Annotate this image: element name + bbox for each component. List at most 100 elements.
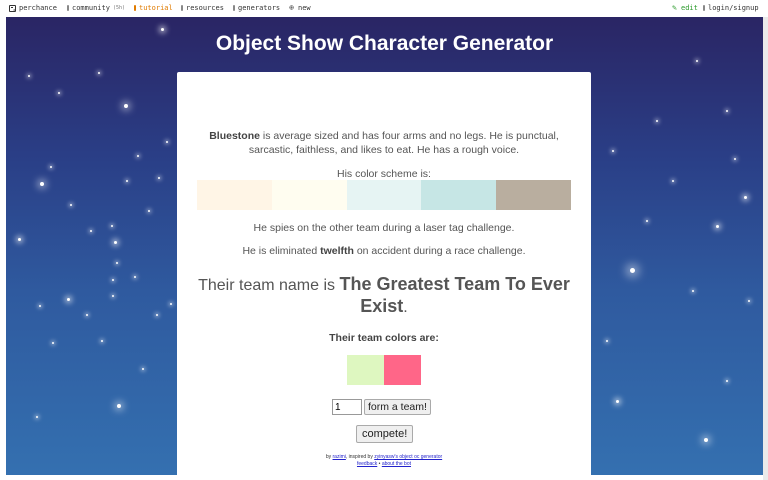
star-decoration [111,225,113,227]
star-decoration [158,177,160,179]
team-name-sentence: Their team name is The Greatest Team To … [197,274,571,318]
elimination-sentence: He is eliminated twelfth on accident dur… [177,245,591,257]
feedback-link[interactable]: feedback [357,461,377,467]
elimination-place: twelfth [320,245,354,257]
generators-icon [233,5,235,11]
star-decoration [656,120,658,122]
elimination-suffix: on accident during a race challenge. [356,245,526,257]
star-decoration [18,238,21,241]
pencil-icon: ✎ [672,3,677,12]
star-decoration [616,400,619,403]
credits-inspired: , inspired by [345,454,373,460]
star-decoration [672,180,674,182]
star-decoration [612,150,614,152]
star-decoration [86,314,88,316]
nav-community-label: community [72,4,110,12]
team-name-prefix: Their team name is [198,277,336,294]
team-name-suffix: . [403,299,408,316]
dice-icon [9,4,16,12]
star-decoration [166,141,168,143]
team-colors-label: Their team colors are: [329,332,439,344]
character-color-swatches [197,180,571,210]
nav-new-link[interactable]: ⊕ new [288,4,311,13]
star-decoration [134,276,136,278]
tutorial-icon [134,5,136,11]
color-swatch [197,180,272,210]
star-decoration [170,303,172,305]
nav-generators-label: generators [238,4,281,12]
star-decoration [67,298,70,301]
star-decoration [744,196,747,199]
star-decoration [716,225,719,228]
star-decoration [117,404,121,408]
color-swatch [421,180,497,210]
resources-icon [181,5,183,11]
star-decoration [748,300,750,302]
star-decoration [126,180,128,182]
star-decoration [36,416,38,418]
star-decoration [704,438,708,442]
nav-generators-link[interactable]: generators [233,4,280,12]
star-decoration [40,182,44,186]
page-title: Object Show Character Generator [215,32,554,55]
author-link[interactable]: razimi [333,454,346,460]
character-name: Bluestone [209,130,260,142]
nav-perchance-link[interactable]: perchance [9,4,57,12]
star-decoration [630,268,635,273]
generator-output-card: Bluestone is average sized and has four … [177,72,591,480]
star-decoration [646,220,648,222]
star-decoration [124,104,128,108]
star-decoration [98,72,100,74]
color-swatch [346,180,422,210]
color-swatch [271,180,347,210]
star-decoration [734,158,736,160]
star-decoration [39,305,41,307]
nav-login-link[interactable]: login/signup [703,4,759,12]
team-count-input[interactable] [332,399,362,415]
user-icon [703,5,705,11]
form-team-row: form a team! [332,399,431,415]
star-decoration [142,368,144,370]
credits-by: by [325,454,332,460]
star-decoration [112,295,114,297]
elimination-prefix: He is eliminated [242,245,318,257]
nav-resources-link[interactable]: resources [181,4,224,12]
nav-community-link[interactable]: community (5h) [67,4,125,12]
nav-community-count: (5h) [112,5,125,11]
star-decoration [50,166,52,168]
nav-tutorial-link[interactable]: tutorial [134,4,173,12]
star-decoration [114,241,117,244]
nav-tutorial-label: tutorial [139,4,173,12]
star-decoration [606,340,608,342]
star-decoration [161,28,164,31]
star-decoration [112,279,114,281]
nav-edit-link[interactable]: ✎ edit [671,3,698,13]
star-decoration [70,204,72,206]
star-decoration [726,110,728,112]
star-decoration [692,290,694,292]
about-bot-link[interactable]: about the bot [382,461,411,467]
inspiration-link[interactable]: zyinyasw's object oc generator [374,454,442,460]
community-icon [67,5,69,11]
nav-resources-label: resources [186,4,224,12]
star-decoration [116,262,118,264]
form-team-button[interactable]: form a team! [364,399,431,415]
team-color-swatch [347,355,384,385]
nav-edit-label: edit [681,4,698,12]
team-color-swatches [347,355,421,385]
star-decoration [726,380,728,382]
character-description: Bluestone is average sized and has four … [195,130,573,157]
footer-separator: • [378,460,381,467]
compete-button[interactable]: compete! [356,425,414,443]
character-description-text: is average sized and has four arms and n… [248,130,559,156]
top-nav-bar: perchance community (5h) tutorial resour… [0,0,768,17]
star-decoration [52,342,54,344]
star-decoration [156,314,158,316]
color-scheme-label: His color scheme is: [337,168,431,180]
team-name: The Greatest Team To Ever Exist [339,274,570,316]
star-decoration [148,210,150,212]
star-decoration [28,75,30,77]
nav-new-label: new [298,4,311,12]
star-decoration [101,340,103,342]
color-swatch [496,180,571,210]
